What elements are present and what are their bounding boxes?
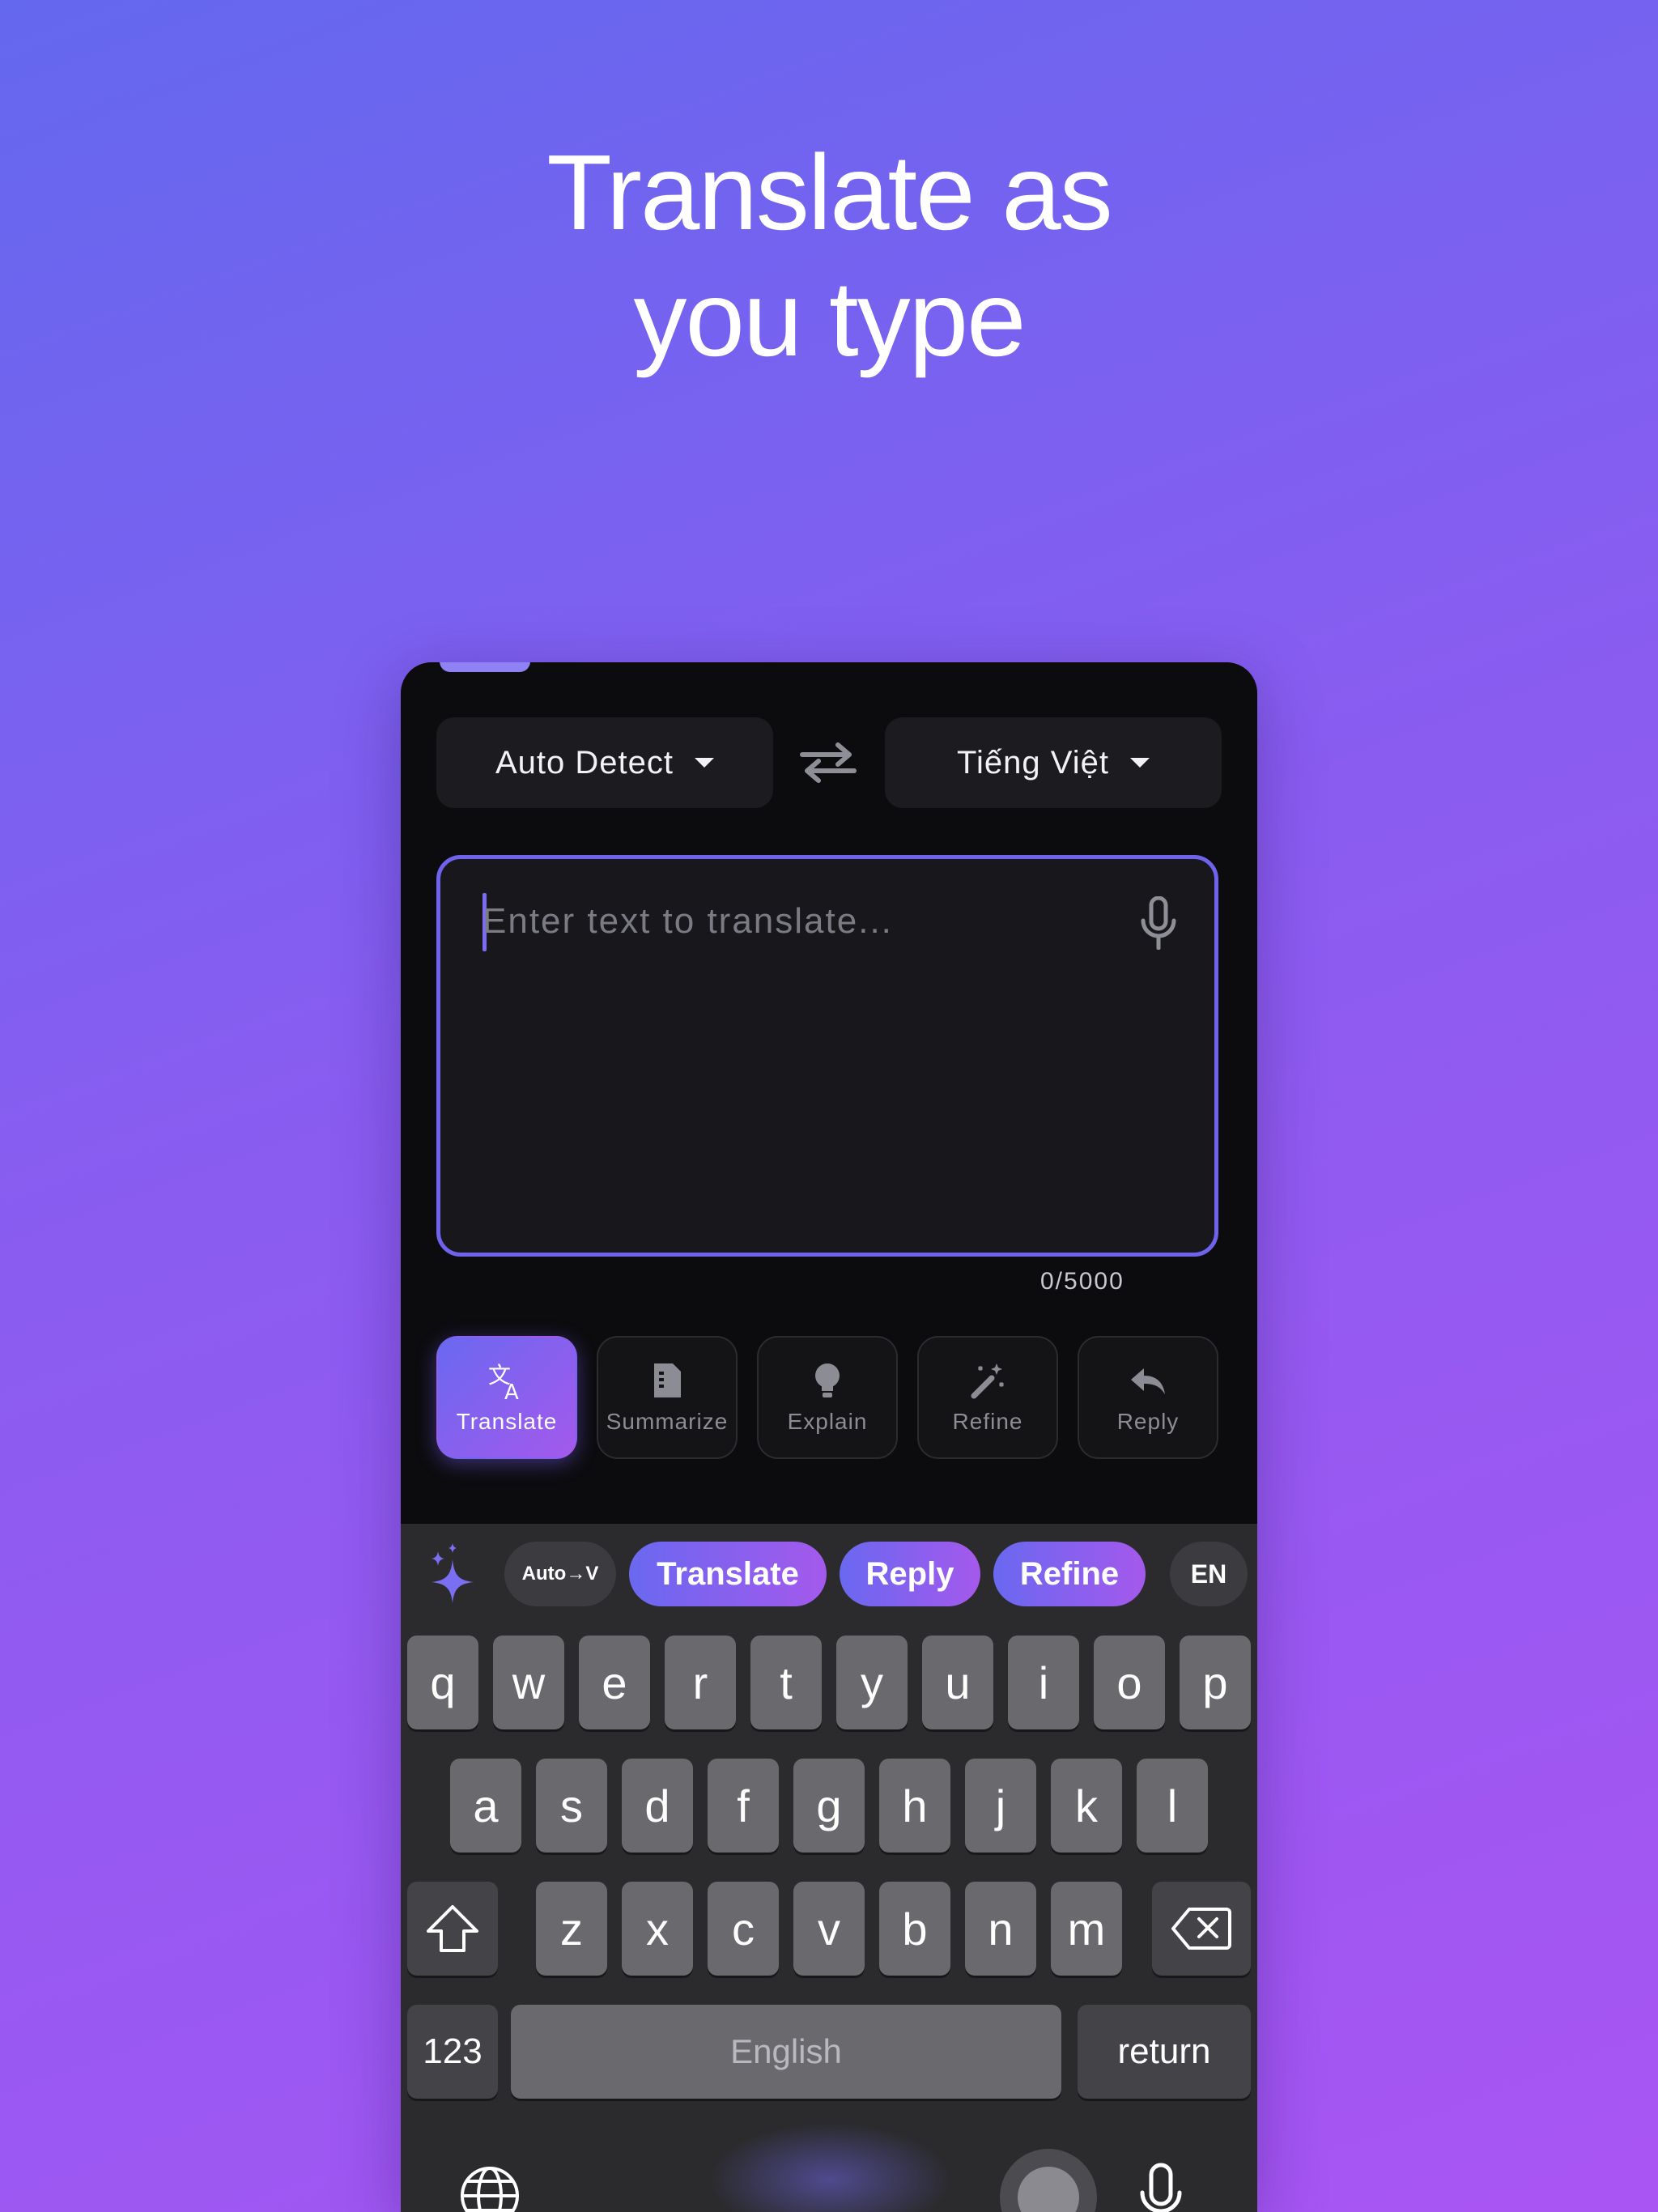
key-r[interactable]: r (665, 1636, 736, 1729)
key-f[interactable]: f (708, 1759, 779, 1853)
svg-text:A: A (504, 1380, 520, 1401)
key-v[interactable]: v (793, 1882, 865, 1976)
shift-icon (427, 1905, 478, 1952)
glow (708, 2123, 951, 2212)
key-j[interactable]: j (965, 1759, 1036, 1853)
key-u[interactable]: u (922, 1636, 993, 1729)
key-w[interactable]: w (493, 1636, 564, 1729)
chip-translate[interactable]: Translate (629, 1542, 827, 1606)
delete-key[interactable] (1152, 1882, 1251, 1976)
key-y[interactable]: y (836, 1636, 908, 1729)
key-b[interactable]: b (879, 1882, 950, 1976)
tool-label: Summarize (606, 1409, 729, 1434)
translate-icon: 文 A (488, 1362, 520, 1401)
key-i[interactable]: i (1008, 1636, 1079, 1729)
tool-label: Refine (952, 1409, 1023, 1434)
key-m[interactable]: m (1051, 1882, 1122, 1976)
translate-input[interactable]: Enter text to translate... (436, 855, 1218, 1257)
tool-refine[interactable]: Refine (917, 1336, 1058, 1459)
target-language-label: Tiếng Việt (957, 744, 1109, 781)
microphone-icon[interactable] (1140, 896, 1177, 950)
headline: Translate as you type (0, 130, 1658, 382)
key-g[interactable]: g (793, 1759, 865, 1853)
space-key[interactable]: English (511, 2005, 1061, 2099)
tool-explain[interactable]: Explain (757, 1336, 898, 1459)
reply-icon (1131, 1368, 1165, 1394)
key-c[interactable]: c (708, 1882, 779, 1976)
key-t[interactable]: t (750, 1636, 822, 1729)
suggestion-bar: Auto→V Translate Reply Refine EN (401, 1524, 1257, 1624)
return-key[interactable]: return (1078, 2005, 1251, 2099)
tool-label: Reply (1116, 1409, 1180, 1434)
chip-refine[interactable]: Refine (993, 1542, 1146, 1606)
numbers-key[interactable]: 123 (407, 2005, 498, 2099)
key-a[interactable]: a (450, 1759, 521, 1853)
lightbulb-icon (815, 1363, 840, 1397)
target-language-selector[interactable]: Tiếng Việt (885, 717, 1222, 808)
key-q[interactable]: q (407, 1636, 478, 1729)
tool-translate[interactable]: 文 A Translate (436, 1336, 577, 1459)
key-o[interactable]: o (1094, 1636, 1165, 1729)
key-d[interactable]: d (622, 1759, 693, 1853)
key-k[interactable]: k (1051, 1759, 1122, 1853)
key-h[interactable]: h (879, 1759, 950, 1853)
keyboard: Auto→V Translate Reply Refine EN qwertyu… (401, 1524, 1257, 2212)
app-screen: Auto Detect Tiếng Việt Enter text to tra… (401, 662, 1257, 2212)
keyboard-switch-button[interactable] (1000, 2149, 1097, 2212)
character-counter: 0/5000 (1040, 1268, 1124, 1295)
key-n[interactable]: n (965, 1882, 1036, 1976)
tool-label: Translate (456, 1409, 558, 1434)
shift-key[interactable] (407, 1882, 498, 1976)
action-toolbar: 文 A Translate Summarize Explain Refine R… (436, 1336, 1218, 1459)
chevron-down-icon (695, 758, 714, 768)
headline-line-2: you type (633, 259, 1027, 378)
key-e[interactable]: e (579, 1636, 650, 1729)
source-language-selector[interactable]: Auto Detect (436, 717, 773, 808)
status-pill (440, 662, 530, 672)
globe-icon[interactable] (457, 2163, 522, 2212)
tool-label: Explain (787, 1409, 868, 1434)
chevron-down-icon (1129, 758, 1150, 768)
key-p[interactable]: p (1180, 1636, 1251, 1729)
sparkle-icon[interactable] (428, 1543, 478, 1603)
key-x[interactable]: x (622, 1882, 693, 1976)
delete-icon (1171, 1908, 1231, 1950)
key-s[interactable]: s (536, 1759, 607, 1853)
key-l[interactable]: l (1137, 1759, 1208, 1853)
input-placeholder: Enter text to translate... (483, 901, 893, 941)
chip-reply[interactable]: Reply (840, 1542, 980, 1606)
language-pair-chip[interactable]: Auto→V (504, 1542, 616, 1606)
swap-languages-icon[interactable] (797, 740, 859, 785)
tool-summarize[interactable]: Summarize (597, 1336, 738, 1459)
tool-reply[interactable]: Reply (1078, 1336, 1218, 1459)
document-icon (654, 1363, 681, 1397)
source-language-label: Auto Detect (495, 744, 674, 781)
dictation-icon[interactable] (1139, 2162, 1183, 2212)
magic-wand-icon (971, 1363, 1005, 1399)
headline-line-1: Translate as (546, 133, 1112, 252)
language-code-chip[interactable]: EN (1170, 1542, 1248, 1606)
key-z[interactable]: z (536, 1882, 607, 1976)
